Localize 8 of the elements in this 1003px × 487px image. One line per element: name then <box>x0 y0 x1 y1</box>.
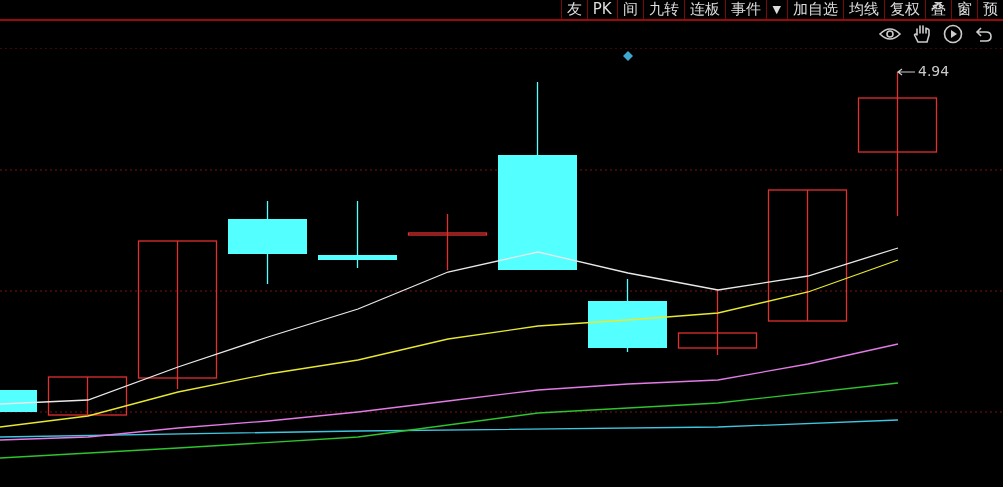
play-circle-icon[interactable] <box>943 23 963 44</box>
leader-line <box>897 68 916 76</box>
price-label: 4.94 <box>918 62 950 80</box>
undo-icon[interactable] <box>975 24 993 43</box>
hand-icon[interactable] <box>913 23 931 44</box>
candlestick <box>0 390 37 412</box>
diamond-marker-icon <box>623 51 633 61</box>
eye-icon[interactable] <box>879 26 901 41</box>
